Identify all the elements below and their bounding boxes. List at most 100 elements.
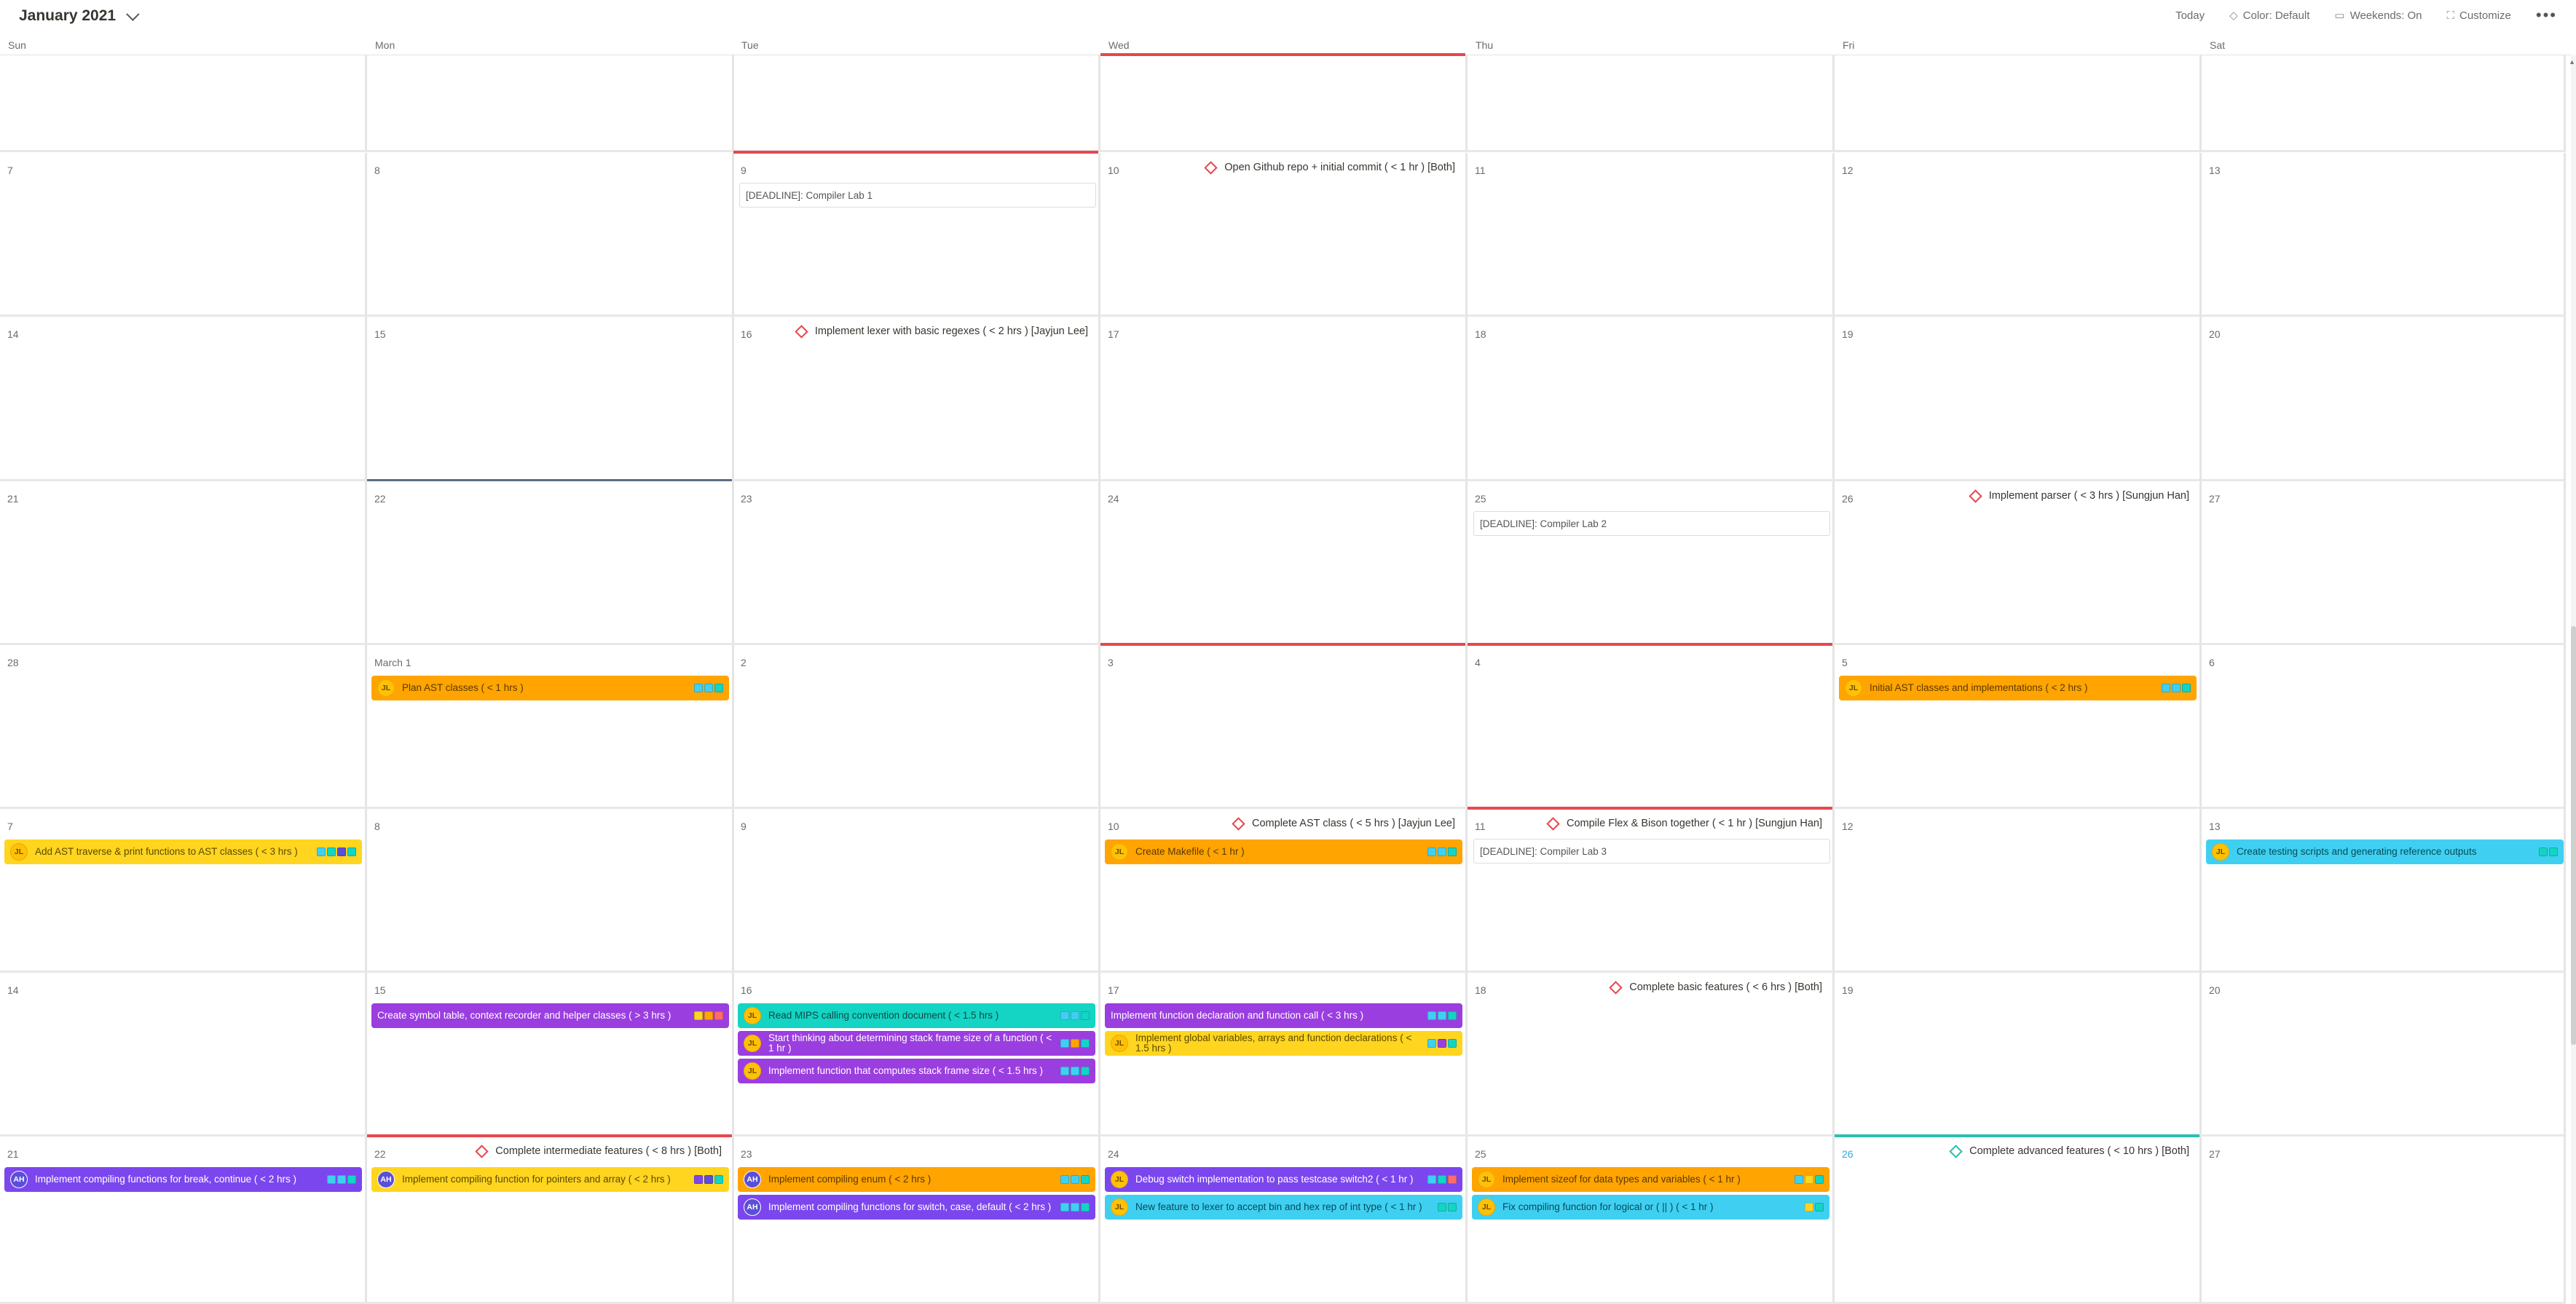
day-cell[interactable]: 14 [0,317,367,481]
day-cell[interactable]: 27 [2202,481,2566,645]
day-cell[interactable]: 25 JL Implement sizeof for data types and … [1468,1137,1835,1304]
day-cell[interactable]: 24 JL Debug switch implementation to pass … [1100,1137,1468,1304]
day-cell[interactable]: 26 Implement parser ( < 3 hrs ) [Sungjun … [1835,481,2202,645]
day-cell[interactable]: 21 [0,481,367,645]
day-cell[interactable]: 25 [DEADLINE]: Compiler Lab 2 [1468,481,1835,645]
more-options-button[interactable]: ••• [2536,7,2557,23]
day-cell[interactable]: 22 Complete intermediate features ( < 8 h… [367,1134,734,1304]
milestone-item[interactable]: Complete basic features ( < 6 hrs ) [Bot… [1609,980,1822,995]
day-cell[interactable] [2202,55,2566,152]
day-cell[interactable] [1468,55,1835,152]
day-cell[interactable]: 6 [2202,645,2566,809]
day-cell[interactable]: 4 [1468,643,1835,809]
day-cell[interactable]: 21 AH Implement compiling functions for br… [0,1137,367,1304]
task-card[interactable]: JL Add AST traverse & print functions to … [4,839,362,864]
day-cell[interactable]: 2 [733,645,1100,809]
day-cell[interactable] [367,55,734,152]
task-card[interactable]: JL New feature to lexer to accept bin and… [1105,1195,1462,1220]
day-cell[interactable]: 15 [367,317,734,481]
milestone-item[interactable]: Complete intermediate features ( < 8 hrs… [475,1144,722,1158]
day-cell[interactable]: March 1 JL Plan AST classes ( < 1 hrs ) [367,645,734,809]
day-cell[interactable] [0,55,367,152]
view-options: Today ◇ Color: Default ▭ Weekends: On ⛶ … [2175,7,2557,23]
day-cell[interactable]: 10 Complete AST class ( < 5 hrs ) [Jayjun… [1100,809,1468,973]
task-card[interactable]: AH Implement compiling functions for swit… [738,1195,1095,1220]
task-card[interactable]: AH Implement compiling function for point… [371,1167,729,1192]
day-cell[interactable]: 19 [1835,317,2202,481]
color-button[interactable]: ◇ Color: Default [2229,9,2309,23]
day-cell[interactable]: 8 [367,153,734,317]
deadline-card[interactable]: [DEADLINE]: Compiler Lab 3 [1473,839,1830,864]
task-card[interactable]: Create symbol table, context recorder an… [371,1003,729,1028]
day-cell[interactable]: 20 [2202,317,2566,481]
milestone-item[interactable]: Implement parser ( < 3 hrs ) [Sungjun Ha… [1969,489,2189,503]
day-cell[interactable]: 13 JL Create testing scripts and generatin… [2202,809,2566,973]
day-cell[interactable]: 5 JL Initial AST classes and implementatio… [1835,645,2202,809]
task-card[interactable]: JL Start thinking about determining stack… [738,1031,1095,1056]
month-selector[interactable]: January 2021 [19,7,140,25]
day-cell[interactable]: 27 [2202,1137,2566,1304]
day-cell[interactable]: 16 Implement lexer with basic regexes ( <… [733,317,1100,481]
task-card[interactable]: JL Implement global variables, arrays and… [1105,1031,1462,1056]
day-cell[interactable]: 12 [1835,153,2202,317]
task-card[interactable]: JL Initial AST classes and implementation… [1839,676,2197,700]
milestone-item[interactable]: Complete AST class ( < 5 hrs ) [Jayjun L… [1232,816,1455,831]
day-cell[interactable]: 20 [2202,973,2566,1137]
day-cell[interactable]: 16 JL Read MIPS calling convention documen… [733,973,1100,1137]
day-cell[interactable] [733,55,1100,152]
day-cell[interactable]: 23 [733,481,1100,645]
task-card[interactable]: JL Implement sizeof for data types and va… [1472,1167,1829,1192]
day-cell[interactable]: 28 [0,645,367,809]
day-cell[interactable]: 14 [0,973,367,1137]
task-card[interactable]: AH Implement compiling functions for brea… [4,1167,362,1192]
day-cell[interactable]: 8 [367,809,734,973]
day-cell[interactable]: 11 [1468,153,1835,317]
day-cell[interactable]: 24 [1100,481,1468,645]
day-cell[interactable]: 7 [0,153,367,317]
day-cell[interactable]: 10 Open Github repo + initial commit ( < … [1100,153,1468,317]
milestone-item[interactable]: Implement lexer with basic regexes ( < 2… [795,324,1088,339]
deadline-card[interactable]: [DEADLINE]: Compiler Lab 2 [1473,511,1830,536]
milestone-diamond-icon [795,324,808,339]
tag-chip [1060,1175,1069,1184]
task-card[interactable]: JL Implement function that computes stack… [738,1059,1095,1083]
day-cell[interactable]: 22 [367,479,734,645]
deadline-card[interactable]: [DEADLINE]: Compiler Lab 1 [739,183,1096,208]
task-card[interactable]: JL Plan AST classes ( < 1 hrs ) [371,676,729,700]
tag-chip [1815,1175,1824,1184]
weekends-button[interactable]: ▭ Weekends: On [2334,9,2422,23]
milestone-item[interactable]: Complete advanced features ( < 10 hrs ) … [1949,1144,2189,1158]
day-cell[interactable]: 19 [1835,973,2202,1137]
milestone-item[interactable]: Compile Flex & Bison together ( < 1 hr )… [1546,816,1822,831]
assignee-avatar: JL [744,1007,761,1024]
task-card[interactable]: Implement function declaration and funct… [1105,1003,1462,1028]
day-cell[interactable]: 26 Complete advanced features ( < 10 hrs … [1835,1134,2202,1304]
milestone-item[interactable]: Open Github repo + initial commit ( < 1 … [1204,160,1455,175]
task-card[interactable]: AH Implement compiling enum ( < 2 hrs ) [738,1167,1095,1192]
day-cell[interactable]: 7 JL Add AST traverse & print functions to… [0,809,367,973]
task-card[interactable]: JL Read MIPS calling convention document … [738,1003,1095,1028]
day-cell[interactable]: 13 [2202,153,2566,317]
today-button[interactable]: Today [2175,9,2205,22]
day-cell[interactable]: 9 [733,809,1100,973]
day-cell[interactable]: 23 AH Implement compiling enum ( < 2 hrs )… [733,1137,1100,1304]
day-cell[interactable]: 18 [1468,317,1835,481]
task-card[interactable]: JL Create testing scripts and generating … [2206,839,2564,864]
day-cell[interactable] [1100,53,1468,152]
day-cell[interactable]: 9 [DEADLINE]: Compiler Lab 1 [733,151,1100,317]
day-cell[interactable] [1835,55,2202,152]
scrollbar-thumb[interactable] [2571,626,2576,1045]
day-cell[interactable]: 18 Complete basic features ( < 6 hrs ) [B… [1468,973,1835,1137]
day-cell[interactable]: 12 [1835,809,2202,973]
customize-button[interactable]: ⛶ Customize [2447,9,2511,22]
task-card[interactable]: JL Debug switch implementation to pass te… [1105,1167,1462,1192]
scroll-up-arrow-icon[interactable]: ▲ [2569,58,2575,66]
day-cell[interactable]: 3 [1100,643,1468,809]
day-cell[interactable]: 15 Create symbol table, context recorder … [367,973,734,1137]
day-cell[interactable]: 11 Compile Flex & Bison together ( < 1 hr… [1468,807,1835,973]
tag-chip [347,847,356,856]
day-cell[interactable]: 17 [1100,317,1468,481]
task-card[interactable]: JL Create Makefile ( < 1 hr ) [1105,839,1462,864]
day-cell[interactable]: 17 Implement function declaration and fun… [1100,973,1468,1137]
task-card[interactable]: JL Fix compiling function for logical or … [1472,1195,1829,1220]
